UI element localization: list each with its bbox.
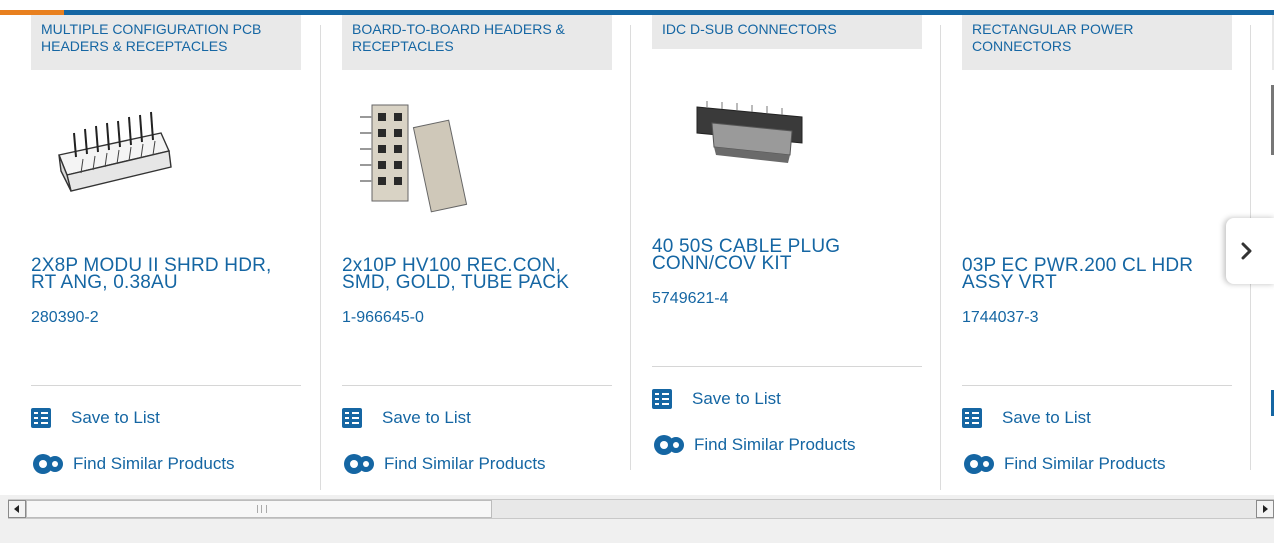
gears-icon [344, 454, 374, 474]
product-image[interactable] [31, 95, 301, 215]
arrow-right-icon [1263, 505, 1268, 513]
scroll-thumb[interactable] [26, 500, 492, 518]
part-number[interactable]: 1744037-3 [962, 309, 1039, 327]
category-tag[interactable]: BOARD-TO-BOARD HEADERS & RECEPTACLES [342, 15, 612, 70]
find-similar-button[interactable]: Find Similar Products [652, 433, 856, 457]
card-divider [342, 385, 612, 386]
horizontal-scrollbar[interactable] [8, 499, 1274, 519]
product-card: IDC D-SUB CONNECTORS 40 50S CABLE PLUG C… [621, 15, 931, 493]
save-to-list-label: Save to List [71, 408, 160, 427]
card-divider [962, 385, 1232, 386]
product-image[interactable] [342, 95, 612, 215]
scroll-left-button[interactable] [8, 500, 26, 518]
part-number[interactable]: 5749621-4 [652, 290, 729, 308]
product-carousel: MULTIPLE CONFIGURATION PCB HEADERS & REC… [0, 0, 1274, 495]
product-name[interactable]: 40 50S CABLE PLUG CONN/COV KIT [652, 237, 922, 273]
gears-icon [33, 454, 63, 474]
find-similar-label: Find Similar Products [384, 454, 546, 473]
checklist-icon [962, 408, 982, 428]
card-divider [31, 385, 301, 386]
arrow-left-icon [14, 505, 19, 513]
scroll-right-button[interactable] [1256, 500, 1274, 518]
checklist-icon [342, 408, 362, 428]
gears-icon [654, 435, 684, 455]
save-to-list-label: Save to List [382, 408, 471, 427]
gears-icon [964, 454, 994, 474]
category-tag[interactable]: IDC D-SUB CONNECTORS [652, 15, 922, 49]
category-tag[interactable]: MULTIPLE CONFIGURATION PCB HEADERS & REC… [31, 15, 301, 70]
part-number[interactable]: 1-966645-0 [342, 309, 424, 327]
product-name[interactable]: 2x10P HV100 REC.CON, SMD, GOLD, TUBE PAC… [342, 256, 612, 292]
find-similar-label: Find Similar Products [1004, 454, 1166, 473]
product-name[interactable]: 2X8P MODU II SHRD HDR, RT ANG, 0.38AU [31, 256, 301, 292]
carousel-next-button[interactable] [1226, 218, 1274, 284]
find-similar-label: Find Similar Products [694, 435, 856, 454]
find-similar-label: Find Similar Products [73, 454, 235, 473]
save-to-list-label: Save to List [1002, 408, 1091, 427]
find-similar-button[interactable]: Find Similar Products [31, 452, 235, 476]
checklist-icon [31, 408, 51, 428]
save-to-list-button[interactable]: Save to List [652, 389, 781, 409]
product-card: RECTANGULAR POWER CONNECTORS 03P EC PWR.… [931, 15, 1241, 493]
card-divider [652, 366, 922, 367]
grip-icon [257, 505, 267, 513]
find-similar-button[interactable]: Find Similar Products [342, 452, 546, 476]
save-to-list-button[interactable]: Save to List [342, 408, 471, 428]
save-to-list-button[interactable]: Save to List [31, 408, 160, 428]
category-tag[interactable]: RECTANGULAR POWER CONNECTORS [962, 15, 1232, 70]
part-number[interactable]: 280390-2 [31, 309, 99, 327]
save-to-list-label: Save to List [692, 389, 781, 408]
checklist-icon [652, 389, 672, 409]
find-similar-button[interactable]: Find Similar Products [962, 452, 1166, 476]
product-card: MULTIPLE CONFIGURATION PCB HEADERS & REC… [0, 15, 310, 493]
product-image[interactable] [652, 85, 922, 175]
product-name[interactable]: 03P EC PWR.200 CL HDR ASSY VRT [962, 256, 1232, 292]
save-to-list-button[interactable]: Save to List [962, 408, 1091, 428]
chevron-right-icon [1241, 242, 1252, 260]
product-card: BOARD-TO-BOARD HEADERS & RECEPTACLES 2x1… [311, 15, 621, 493]
